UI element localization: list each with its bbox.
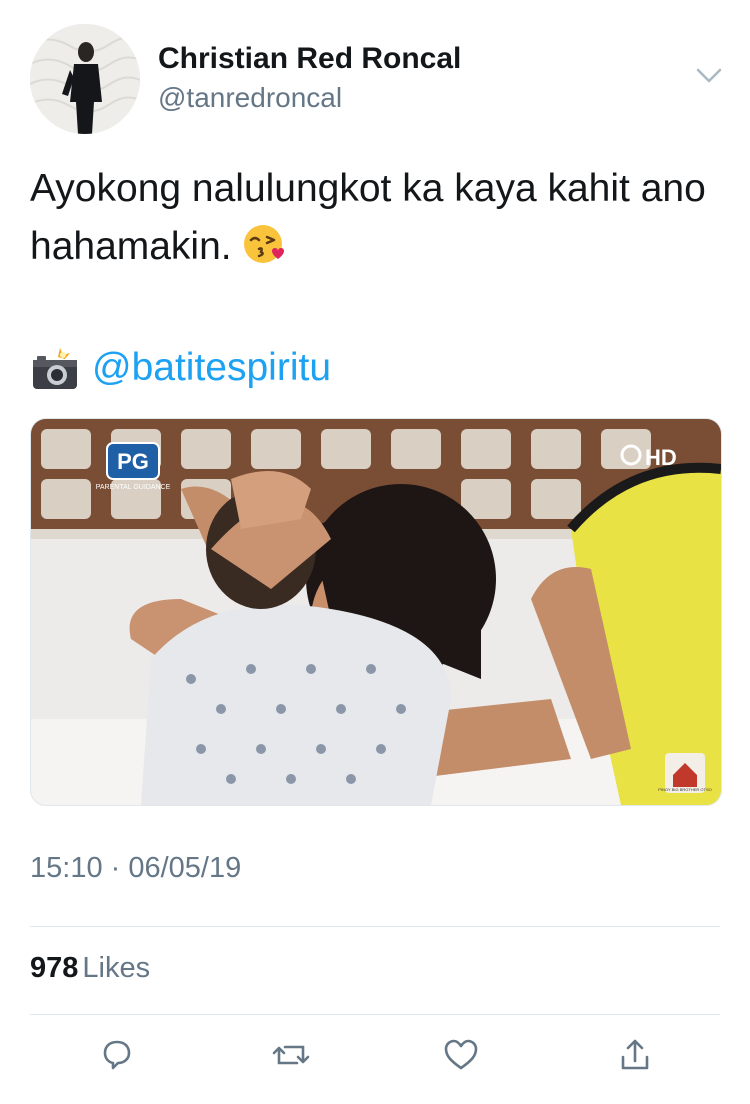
tweet-text: Ayokong nalulungkot ka kaya kahit ano ha… xyxy=(30,160,720,276)
divider xyxy=(30,926,720,927)
tweet-header: Christian Red Roncal @tanredroncal xyxy=(30,24,730,134)
face-throwing-kiss-icon xyxy=(242,221,288,267)
tweet-text-body: Ayokong nalulungkot ka kaya kahit ano ha… xyxy=(30,167,706,268)
likes-count: 978 xyxy=(30,952,79,984)
chevron-down-icon[interactable] xyxy=(694,64,724,88)
broadcaster-badge: HD xyxy=(645,445,677,470)
share-icon[interactable] xyxy=(610,1030,660,1080)
rating-badge: PG xyxy=(117,449,149,474)
camera-with-flash-icon xyxy=(30,348,80,392)
show-badge: PINOY BIG BROTHER OTSO xyxy=(658,787,712,792)
likes-stat[interactable]: 978 Likes xyxy=(30,952,150,985)
avatar[interactable] xyxy=(30,24,140,134)
like-icon[interactable] xyxy=(436,1030,486,1080)
author-handle[interactable]: @tanredroncal xyxy=(158,82,342,114)
likes-label: Likes xyxy=(82,952,151,984)
author-name[interactable]: Christian Red Roncal xyxy=(158,42,461,76)
retweet-icon[interactable] xyxy=(266,1030,316,1080)
divider xyxy=(30,1014,720,1015)
rating-subtext: PARENTAL GUIDANCE xyxy=(96,484,171,491)
tweet-timestamp[interactable]: 15:10 · 06/05/19 xyxy=(30,852,241,885)
tweet-actions xyxy=(0,1030,750,1090)
tweet-media-image[interactable]: PG PARENTAL GUIDANCE HD PINOY BIG BROTHE… xyxy=(30,418,722,806)
reply-icon[interactable] xyxy=(92,1030,142,1080)
mention-link[interactable]: @batitespiritu xyxy=(92,340,331,396)
